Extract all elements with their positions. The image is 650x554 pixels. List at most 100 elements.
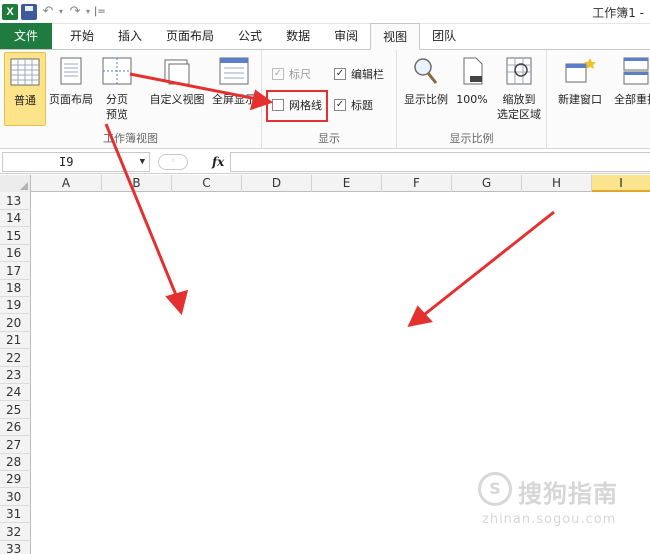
tab-data[interactable]: 数据	[274, 23, 322, 49]
tab-view[interactable]: 视图	[370, 23, 421, 50]
name-box-dropdown-icon[interactable]: ▼	[140, 153, 145, 171]
headings-checkbox[interactable]: ✓ 标题	[334, 96, 373, 114]
zoom-100-icon	[463, 57, 483, 85]
tab-file[interactable]: 文件	[0, 23, 52, 49]
ruler-check-icon: ✓	[272, 68, 284, 80]
row-header[interactable]: 16	[0, 244, 31, 263]
custom-views-label: 自定义视图	[149, 93, 205, 106]
row-header[interactable]: 28	[0, 453, 31, 471]
zoom-label: 显示比例	[404, 93, 448, 106]
row-header[interactable]: 23	[0, 366, 31, 384]
undo-dropdown-icon[interactable]: ▾	[59, 7, 63, 16]
name-box[interactable]: I9 ▼	[2, 152, 150, 172]
new-window-button[interactable]: 新建窗口	[553, 52, 607, 126]
full-screen-button[interactable]: 全屏显示	[208, 52, 260, 126]
watermark-url: zhinan.sogou.com	[482, 512, 617, 527]
column-header-c[interactable]: C	[172, 175, 242, 192]
row-header[interactable]: 27	[0, 436, 31, 454]
row-header[interactable]: 22	[0, 349, 31, 367]
group-workbook-views: 普通 页面布局 分页 预览 自定义视图 全屏显示 工作簿视图	[0, 50, 262, 149]
ruler-checkbox[interactable]: ✓ 标尺	[272, 65, 311, 83]
sogou-logo-icon: S	[478, 472, 512, 506]
select-all-corner[interactable]	[0, 175, 31, 192]
custom-views-button[interactable]: 自定义视图	[146, 52, 208, 126]
row-header[interactable]: 15	[0, 227, 31, 245]
page-break-preview-button[interactable]: 分页 预览	[96, 52, 138, 126]
new-window-icon	[565, 58, 596, 83]
row-header[interactable]: 17	[0, 262, 31, 280]
show-group-label: 显示	[318, 132, 340, 145]
row-header[interactable]: 14	[0, 209, 31, 228]
normal-view-label: 普通	[14, 94, 36, 107]
arrange-all-icon	[623, 57, 649, 85]
watermark-text: 搜狗指南	[518, 480, 618, 508]
row-header[interactable]: 19	[0, 296, 31, 315]
normal-view-icon	[10, 58, 40, 86]
normal-view-button[interactable]: 普通	[4, 52, 46, 126]
tab-insert[interactable]: 插入	[106, 23, 154, 49]
headings-check-icon: ✓	[334, 99, 346, 111]
column-header-f[interactable]: F	[382, 175, 452, 192]
formula-bar-check-icon: ✓	[334, 68, 346, 80]
column-header-b[interactable]: B	[102, 175, 172, 192]
workbook-views-group-label: 工作簿视图	[103, 132, 158, 145]
arrange-all-button[interactable]: 全部重排	[609, 52, 650, 126]
row-header[interactable]: 18	[0, 279, 31, 297]
group-window: 新建窗口 全部重排	[547, 50, 650, 149]
row-header[interactable]: 30	[0, 488, 31, 506]
magnifier-icon	[414, 58, 438, 84]
row-headers: 13 14 15 16 17 18 19 20 21 22 23 24 25 2…	[0, 192, 31, 554]
formula-bar-checkbox[interactable]: ✓ 编辑栏	[334, 65, 384, 83]
custom-views-icon	[164, 59, 190, 85]
watermark: S 搜狗指南 zhinan.sogou.com	[478, 470, 638, 540]
row-header[interactable]: 21	[0, 331, 31, 350]
excel-window: X ↶ ▾ ↷ ▾ | = 工作簿1 - 文件 开始 插入 页面布局 公式 数据…	[0, 0, 650, 554]
column-header-h[interactable]: H	[522, 175, 592, 192]
window-title: 工作簿1 -	[592, 6, 644, 20]
row-header[interactable]: 32	[0, 523, 31, 541]
ribbon-view: 普通 页面布局 分页 预览 自定义视图 全屏显示 工作簿视图 ✓ 标尺 ✓ 编辑…	[0, 50, 650, 149]
page-layout-view-button[interactable]: 页面布局	[46, 52, 96, 126]
headings-label: 标题	[351, 99, 373, 112]
excel-logo-icon: X	[2, 3, 18, 20]
tab-formulas[interactable]: 公式	[226, 23, 274, 49]
formula-bar: I9 ▼ ◦ fx	[0, 150, 650, 174]
row-header[interactable]: 33	[0, 540, 31, 554]
page-break-label-1: 分页	[106, 93, 128, 106]
ribbon-tabs: 文件 开始 插入 页面布局 公式 数据 审阅 视图 团队	[0, 23, 650, 50]
row-header[interactable]: 13	[0, 192, 31, 210]
redo-dropdown-icon[interactable]: ▾	[86, 7, 90, 16]
column-header-i[interactable]: I	[592, 175, 650, 192]
row-header[interactable]: 26	[0, 418, 31, 437]
insert-function-button[interactable]: fx	[212, 155, 224, 169]
full-screen-icon	[219, 57, 249, 85]
zoom-100-label: 100%	[456, 93, 488, 106]
collapse-handle-icon[interactable]: ◦	[158, 154, 188, 170]
row-header[interactable]: 31	[0, 505, 31, 524]
column-header-a[interactable]: A	[31, 175, 102, 192]
tab-review[interactable]: 审阅	[322, 23, 370, 49]
redo-icon[interactable]: ↷	[67, 4, 83, 20]
tab-home[interactable]: 开始	[58, 23, 106, 49]
formula-input[interactable]	[230, 152, 650, 172]
zoom-button[interactable]: 显示比例	[401, 52, 451, 126]
zoom-to-selection-button[interactable]: 缩放到 选定区域	[493, 52, 545, 126]
row-header[interactable]: 25	[0, 401, 31, 419]
name-box-value: I9	[59, 155, 74, 169]
row-header[interactable]: 24	[0, 383, 31, 402]
tab-page-layout[interactable]: 页面布局	[154, 23, 226, 49]
row-header[interactable]: 20	[0, 314, 31, 332]
save-icon[interactable]	[21, 3, 37, 20]
column-header-e[interactable]: E	[312, 175, 382, 192]
customize-qat-icon[interactable]: =	[97, 6, 105, 17]
page-break-label-2: 预览	[106, 108, 128, 121]
row-header[interactable]: 29	[0, 470, 31, 489]
column-header-g[interactable]: G	[452, 175, 522, 192]
tab-team[interactable]: 团队	[420, 23, 468, 49]
title-bar: X ↶ ▾ ↷ ▾ | = 工作簿1 -	[0, 0, 650, 24]
formula-bar-label: 编辑栏	[351, 68, 384, 81]
zoom-100-button[interactable]: 100%	[453, 52, 491, 126]
column-header-d[interactable]: D	[242, 175, 312, 192]
undo-icon[interactable]: ↶	[40, 4, 56, 20]
quick-access-toolbar: X ↶ ▾ ↷ ▾ | =	[0, 0, 106, 24]
